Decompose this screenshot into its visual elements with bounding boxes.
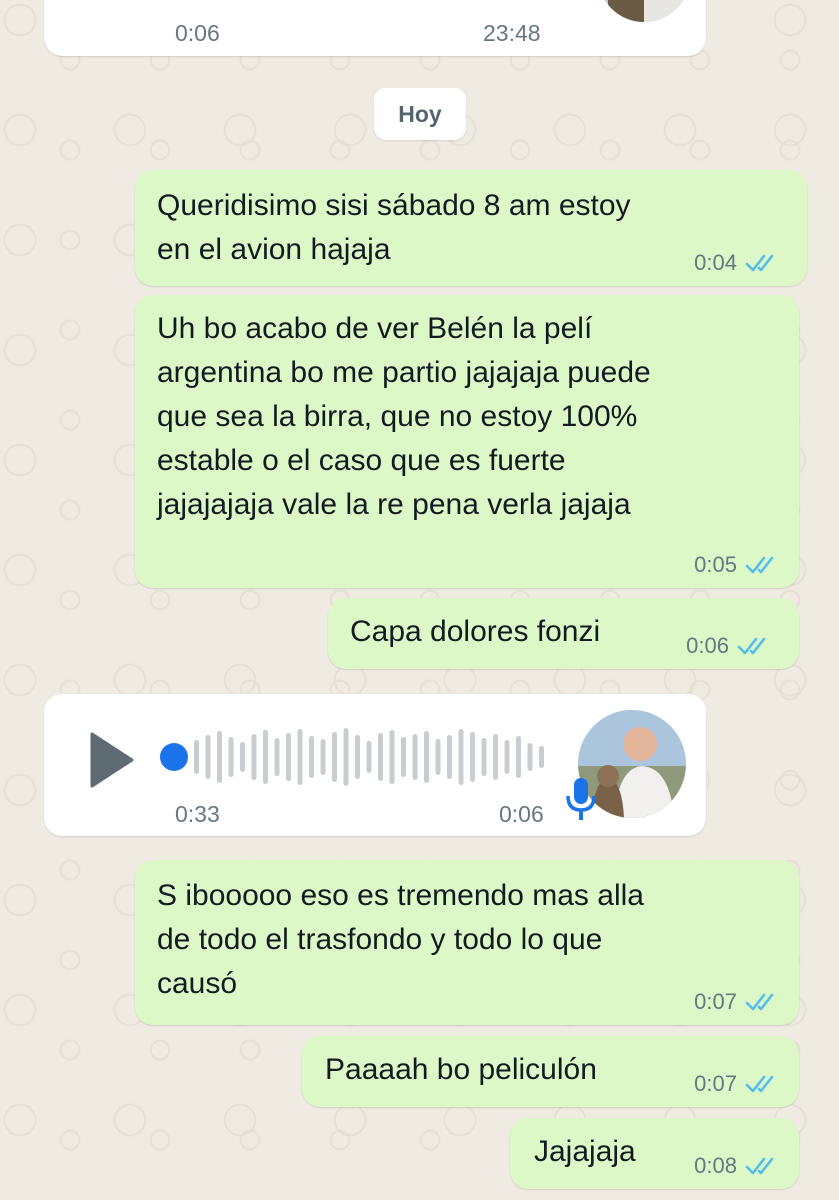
double-check-icon xyxy=(745,1157,774,1175)
play-icon[interactable] xyxy=(88,730,138,790)
message-text: Capa dolores fonzi xyxy=(350,615,601,648)
date-chip: Hoy xyxy=(374,88,466,140)
message-meta: 0:07 xyxy=(694,1071,779,1097)
message-text: Queridisimo sisi sábado 8 am estoy en el… xyxy=(157,189,631,266)
waveform-bar xyxy=(194,740,199,774)
waveform-bar xyxy=(332,732,337,782)
voice-duration: 0:33 xyxy=(175,801,220,827)
voice-message[interactable]: 0:33 0:06 xyxy=(44,694,706,836)
waveform-bar xyxy=(470,732,475,782)
waveform-bar xyxy=(493,734,498,780)
message-time: 0:04 xyxy=(694,250,737,275)
waveform-bar xyxy=(286,733,291,781)
playback-position[interactable] xyxy=(160,743,188,771)
double-check-icon xyxy=(745,993,774,1011)
double-check-icon xyxy=(745,1075,774,1093)
waveform-bar xyxy=(378,733,383,781)
waveform-bar xyxy=(527,743,533,771)
voice-duration: 0:06 xyxy=(175,20,220,46)
message-time: 0:08 xyxy=(694,1153,737,1178)
double-check-icon xyxy=(745,254,774,272)
outgoing-message[interactable]: Queridisimo sisi sábado 8 am estoy en el… xyxy=(135,170,807,286)
waveform-bar xyxy=(435,739,441,775)
double-check-icon xyxy=(745,556,774,574)
waveform-bar xyxy=(389,730,395,784)
message-time: 0:05 xyxy=(694,552,737,577)
waveform-bar xyxy=(309,736,314,778)
double-check-icon xyxy=(737,637,766,655)
waveform[interactable] xyxy=(194,727,554,787)
waveform-bar xyxy=(481,738,487,776)
message-time: 0:07 xyxy=(694,989,737,1014)
voice-message-top[interactable]: 0:06 23:48 xyxy=(44,0,706,56)
waveform-bar xyxy=(240,742,245,772)
message-time: 23:48 xyxy=(483,20,541,46)
message-time: 0:06 xyxy=(499,801,544,827)
waveform-bar xyxy=(320,739,326,775)
message-time: 0:07 xyxy=(694,1071,737,1096)
waveform-bar xyxy=(401,737,406,777)
message-meta: 0:07 xyxy=(694,989,779,1015)
waveform-bar xyxy=(251,734,257,780)
waveform-bar xyxy=(504,740,510,774)
waveform-bar xyxy=(447,735,452,779)
message-meta: 0:08 xyxy=(694,1153,779,1179)
waveform-bar xyxy=(343,728,349,786)
mic-icon xyxy=(566,778,596,820)
waveform-bar xyxy=(263,730,268,784)
message-text: S ibooooo eso es tremendo mas alla de to… xyxy=(157,879,644,1000)
waveform-bar xyxy=(424,731,429,783)
outgoing-message[interactable]: Paaaah bo peliculón 0:07 xyxy=(302,1036,799,1107)
waveform-bar xyxy=(366,741,372,773)
message-meta: 0:06 xyxy=(686,633,771,659)
avatar[interactable] xyxy=(598,0,690,22)
message-text: Paaaah bo peliculón xyxy=(325,1053,597,1086)
message-time: 0:06 xyxy=(686,633,729,658)
waveform-bar xyxy=(412,734,418,780)
waveform-bar xyxy=(539,746,544,768)
message-meta: 0:04 xyxy=(694,250,779,276)
message-text: Uh bo acabo de ver Belén la pelí argenti… xyxy=(157,312,651,521)
waveform-bar xyxy=(217,731,222,783)
outgoing-message[interactable]: Jajajaja 0:08 xyxy=(510,1118,799,1189)
waveform-bar xyxy=(458,729,464,785)
message-meta: 0:05 xyxy=(694,552,779,578)
outgoing-message[interactable]: S ibooooo eso es tremendo mas alla de to… xyxy=(135,860,799,1025)
waveform-bar xyxy=(228,737,234,777)
waveform-bar xyxy=(274,738,280,776)
waveform-bar xyxy=(205,735,211,779)
message-text: Jajajaja xyxy=(534,1135,636,1168)
waveform-bar xyxy=(355,735,360,779)
outgoing-message[interactable]: Uh bo acabo de ver Belén la pelí argenti… xyxy=(135,295,799,588)
waveform-bar xyxy=(297,729,303,785)
waveform-bar xyxy=(516,736,521,778)
outgoing-message[interactable]: Capa dolores fonzi 0:06 xyxy=(328,598,799,669)
